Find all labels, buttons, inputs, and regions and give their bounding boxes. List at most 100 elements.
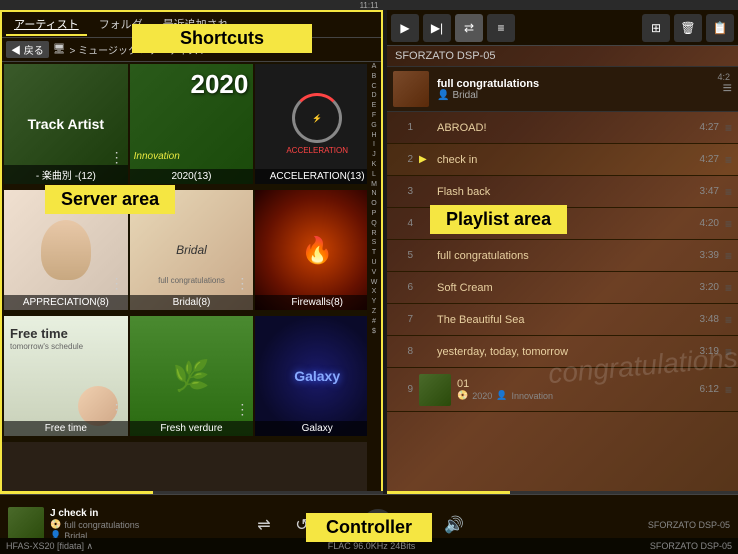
- grid-item-label: Free time: [4, 421, 128, 436]
- alpha-e[interactable]: E: [372, 101, 377, 111]
- alpha-f[interactable]: F: [372, 111, 376, 121]
- alpha-d[interactable]: D: [371, 91, 376, 101]
- alpha-x[interactable]: X: [372, 287, 377, 297]
- alpha-n[interactable]: N: [371, 189, 376, 199]
- alpha-l[interactable]: L: [372, 170, 376, 180]
- alpha-h[interactable]: H: [371, 131, 376, 141]
- grid-item-firewalls[interactable]: 🔥 ⋮ Firewalls(8): [255, 190, 379, 310]
- alpha-o[interactable]: O: [371, 199, 376, 209]
- track-thumbnail: [419, 374, 451, 406]
- grid-item-label: Galaxy: [255, 421, 379, 436]
- track-row[interactable]: 7 The Beautiful Sea 3:48 ≡: [387, 304, 738, 336]
- track-row[interactable]: 1 ABROAD! 4:27 ≡: [387, 112, 738, 144]
- grid-item-freshverdure[interactable]: 🌿 ⋮ Fresh verdure: [130, 316, 254, 436]
- settings-button[interactable]: ≡: [487, 14, 515, 42]
- track-menu-icon[interactable]: ≡: [725, 383, 732, 397]
- grid-item-galaxy[interactable]: Galaxy ⋮ Galaxy: [255, 316, 379, 436]
- alpha-p[interactable]: P: [372, 209, 377, 219]
- alpha-q[interactable]: Q: [371, 219, 376, 229]
- track-artist-text: Track Artist: [18, 106, 115, 142]
- firewalls-thumb: 🔥: [255, 190, 379, 310]
- ctrl-album: full congratulations: [64, 520, 139, 530]
- grid-view-button[interactable]: ⊞: [642, 14, 670, 42]
- track-thumb-info: 01 📀 2020 👤 Innovation: [457, 378, 700, 401]
- grid-item-freetime[interactable]: Free time tomorrow's schedule ⋮ Free tim…: [4, 316, 128, 436]
- track-menu-icon[interactable]: ≡: [725, 153, 732, 167]
- alpha-s[interactable]: S: [372, 238, 377, 248]
- track-menu-icon[interactable]: ≡: [725, 313, 732, 327]
- track-list: 1 ABROAD! 4:27 ≡ 2 ▶ check in 4:27 ≡ 3 F…: [387, 112, 738, 412]
- shuffle-button[interactable]: ⇌: [248, 509, 280, 541]
- ctrl-subtitle: 📀 full congratulations: [50, 519, 168, 530]
- track-menu-icon[interactable]: ≡: [725, 121, 732, 135]
- delete-button[interactable]: 🗑: [674, 14, 702, 42]
- alpha-t[interactable]: T: [372, 248, 376, 258]
- clipboard-button[interactable]: 📋: [706, 14, 734, 42]
- track-title: check in: [437, 154, 700, 166]
- track-row[interactable]: 2 ▶ check in 4:27 ≡: [387, 144, 738, 176]
- track-row[interactable]: 5 full congratulations 3:39 ≡: [387, 240, 738, 272]
- alpha-y[interactable]: Y: [372, 297, 377, 307]
- alpha-a[interactable]: A: [372, 62, 377, 72]
- controller-info: J check in 📀 full congratulations 👤 Brid…: [50, 508, 168, 541]
- shortcuts-label: Shortcuts: [132, 24, 312, 53]
- track-menu-icon[interactable]: ≡: [725, 345, 732, 359]
- track-number: 5: [393, 250, 413, 261]
- grid-item-label: APPRECIATION(8): [4, 295, 128, 310]
- track-menu-icon[interactable]: ≡: [725, 185, 732, 199]
- track-menu-icon[interactable]: ≡: [725, 217, 732, 231]
- freshverdure-thumb: 🌿: [130, 316, 254, 436]
- back-button[interactable]: ◀ 戻る: [6, 41, 49, 58]
- track-number: 6: [393, 282, 413, 293]
- alpha-r[interactable]: R: [371, 229, 376, 239]
- artist-name: Innovation: [511, 391, 553, 401]
- now-playing-menu[interactable]: ≡: [723, 80, 732, 98]
- tab-artists[interactable]: アーティスト: [6, 14, 87, 36]
- track-duration: 4:27: [700, 154, 719, 165]
- alpha-u[interactable]: U: [371, 258, 376, 268]
- grid-item-2020[interactable]: 2020 Innovation 2020(13): [130, 64, 254, 184]
- alpha-w[interactable]: W: [371, 278, 378, 288]
- grid-item-track-artist[interactable]: Track Artist ⋮ - 楽曲別 -(12): [4, 64, 128, 184]
- computer-icon: 🖥: [53, 44, 66, 55]
- volume-button[interactable]: 🔊: [438, 509, 470, 541]
- alpha-i[interactable]: I: [373, 140, 375, 150]
- track-duration: 3:39: [700, 250, 719, 261]
- right-panel: ▶ ▶| ⇄ ≡ ⊞ 🗑 📋 SFORZATO DSP-05 full cong…: [387, 10, 738, 494]
- galaxy-text: Galaxy: [294, 368, 340, 384]
- track-row[interactable]: 3 Flash back 3:47 ≡: [387, 176, 738, 208]
- alpha-k[interactable]: K: [372, 160, 377, 170]
- alpha-z[interactable]: Z: [372, 307, 376, 317]
- alpha-hash[interactable]: #: [372, 317, 376, 327]
- time-display: 11:11: [360, 1, 379, 10]
- alpha-m[interactable]: M: [371, 180, 377, 190]
- shuffle-button[interactable]: ⇄: [455, 14, 483, 42]
- track-row-thumb[interactable]: 9 01 📀 2020 👤 Innovation 6:12 ≡: [387, 368, 738, 412]
- track-number: 2: [393, 154, 413, 165]
- alpha-j[interactable]: J: [372, 150, 376, 160]
- track-row[interactable]: 8 yesterday, today, tomorrow 3:19 ≡: [387, 336, 738, 368]
- track-number: 1: [393, 122, 413, 133]
- speedometer-thumb: ⚡ ACCELERATION: [255, 64, 379, 184]
- next-track-button[interactable]: ▶|: [423, 14, 451, 42]
- item-menu-icon[interactable]: ⋮: [110, 275, 124, 292]
- right-time-display: 4:2: [717, 72, 730, 82]
- track-menu-icon[interactable]: ≡: [725, 281, 732, 295]
- item-menu-icon[interactable]: ⋮: [235, 401, 249, 418]
- grid-item-acceleration[interactable]: ⚡ ACCELERATION ACCELERATION(13): [255, 64, 379, 184]
- alpha-c[interactable]: C: [371, 82, 376, 92]
- item-menu-icon[interactable]: ⋮: [235, 275, 249, 292]
- alpha-g[interactable]: G: [371, 121, 376, 131]
- alpha-v[interactable]: V: [372, 268, 377, 278]
- item-menu-icon[interactable]: ⋮: [110, 149, 124, 166]
- play-button[interactable]: ▶: [391, 14, 419, 42]
- item-menu-icon[interactable]: ⋮: [110, 401, 124, 418]
- track-menu-icon[interactable]: ≡: [725, 249, 732, 263]
- grid-item-label: - 楽曲別 -(12): [4, 165, 128, 184]
- track-row[interactable]: 6 Soft Cream 3:20 ≡: [387, 272, 738, 304]
- alpha-b[interactable]: B: [372, 72, 377, 82]
- alpha-dollar[interactable]: $: [372, 327, 376, 337]
- status-left[interactable]: HFAS-XS20 [fidata] ∧: [6, 541, 93, 552]
- status-right: SFORZATO DSP-05: [650, 541, 732, 551]
- bridal-text: Bridal: [176, 243, 207, 257]
